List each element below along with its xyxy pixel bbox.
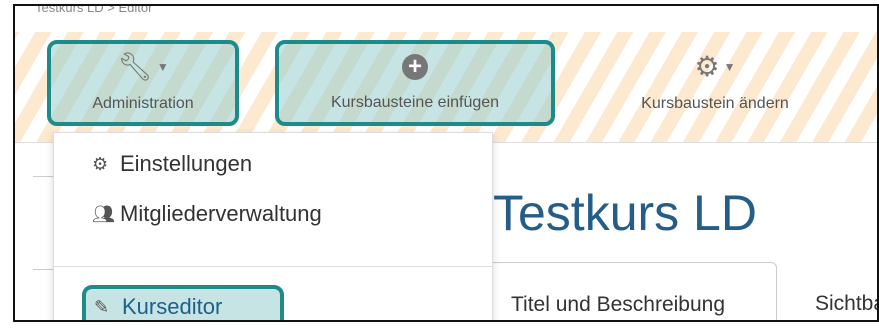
- users-icon: 👥︎: [92, 203, 115, 224]
- screenshot-frame: Testkurs LD > Editor 🔧︎ ▼ Administration…: [13, 4, 879, 322]
- change-building-block-label: Kursbaustein ändern: [641, 95, 789, 112]
- menu-item-settings-label: Einstellungen: [120, 151, 253, 176]
- administration-label: Administration: [92, 95, 194, 112]
- menu-item-members[interactable]: 👥︎ Mitgliederverwaltung: [92, 201, 322, 227]
- plus-circle-icon: +: [402, 54, 428, 80]
- insert-building-blocks-label: Kursbausteine einfügen: [330, 94, 500, 111]
- caret-down-icon: ▼: [723, 60, 736, 74]
- cogs-icon: ⚙: [92, 153, 109, 174]
- edit-icon: ✎: [94, 296, 110, 317]
- wrench-icon: 🔧︎: [117, 51, 153, 82]
- change-building-block-button[interactable]: ⚙ ▼ Kursbaustein ändern: [595, 40, 835, 126]
- breadcrumb: Testkurs LD > Editor: [35, 4, 153, 15]
- menu-divider: [54, 266, 492, 267]
- administration-button[interactable]: 🔧︎ ▼ Administration: [47, 40, 239, 126]
- tab-visibility[interactable]: Sichtbarkeit: [815, 292, 877, 316]
- gear-icon: ⚙: [694, 51, 720, 82]
- course-toolbar: 🔧︎ ▼ Administration + Kursbausteine einf…: [15, 32, 877, 143]
- insert-building-blocks-button[interactable]: + Kursbausteine einfügen: [275, 40, 555, 126]
- menu-item-members-label: Mitgliederverwaltung: [120, 201, 322, 226]
- menu-item-course-editor-label: Kurseditor: [122, 294, 223, 319]
- menu-item-course-editor[interactable]: ✎ Kurseditor: [82, 285, 284, 320]
- administration-dropdown-menu: ⚙ Einstellungen 👥︎ Mitgliederverwaltung …: [53, 132, 493, 320]
- menu-item-settings[interactable]: ⚙ Einstellungen: [92, 151, 252, 177]
- tab-title-description[interactable]: Titel und Beschreibung: [460, 262, 777, 320]
- tab-title-description-label: Titel und Beschreibung: [511, 293, 726, 316]
- course-title: Testkurs LD: [493, 185, 757, 241]
- caret-down-icon: ▼: [156, 60, 169, 74]
